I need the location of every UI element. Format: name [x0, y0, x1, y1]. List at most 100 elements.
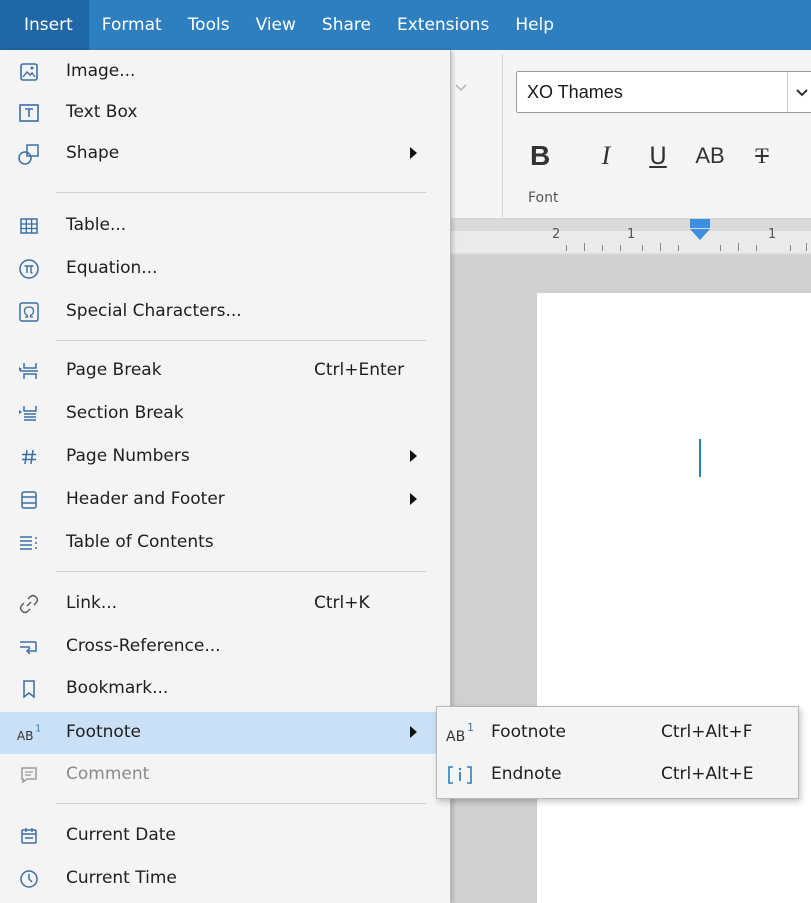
- text-cursor: [699, 439, 701, 477]
- menu-item-current-time[interactable]: Current Time: [10, 860, 447, 898]
- endnote-icon: [445, 761, 475, 789]
- ruler-tick: [620, 245, 621, 251]
- menu-bar: Insert Format Tools View Share Extension…: [0, 0, 811, 50]
- ribbon-separator: [502, 54, 503, 218]
- bookmark-icon: [16, 676, 42, 702]
- font-name-value: XO Thames: [527, 82, 623, 102]
- menu-extensions[interactable]: Extensions: [384, 0, 502, 50]
- strikethrough-label: T: [755, 143, 769, 168]
- menu-item-section-break[interactable]: Section Break: [10, 395, 447, 433]
- menu-item-link[interactable]: Link... Ctrl+K: [10, 585, 447, 623]
- menu-item-label: Shape: [66, 143, 120, 163]
- equation-icon: [16, 256, 42, 282]
- menu-item-shape[interactable]: Shape: [10, 135, 447, 173]
- clock-icon: [16, 866, 42, 892]
- hash-icon: [16, 444, 42, 470]
- menu-item-label: Table of Contents: [66, 532, 214, 552]
- chevron-down-icon[interactable]: [454, 80, 468, 94]
- text-box-icon: [16, 100, 42, 126]
- underline-label: U: [649, 142, 667, 170]
- format-buttons: B I U AB T: [526, 134, 788, 178]
- menu-item-label: Text Box: [66, 102, 138, 122]
- ruler-number: 1: [627, 227, 636, 242]
- menu-item-label: Link...: [66, 593, 118, 613]
- menu-item-header-footer[interactable]: Header and Footer: [10, 481, 447, 519]
- menu-item-label: Page Numbers: [66, 446, 190, 466]
- menu-separator: [56, 803, 426, 804]
- menu-item-table-of-contents[interactable]: Table of Contents: [10, 524, 447, 562]
- submenu-arrow-icon: [410, 147, 417, 159]
- ribbon: XO Thames B I U AB T Font: [450, 50, 811, 219]
- menu-item-special-characters[interactable]: Special Characters...: [10, 293, 447, 331]
- menu-help[interactable]: Help: [502, 0, 567, 50]
- submenu-item-label: Footnote: [491, 722, 566, 742]
- toc-icon: [16, 530, 42, 556]
- footnote-icon: AB 1: [445, 719, 475, 747]
- ruler-tick: [756, 245, 757, 251]
- left-indent-marker[interactable]: [690, 229, 710, 240]
- submenu-arrow-icon: [410, 726, 417, 738]
- ruler-tick: [806, 243, 807, 251]
- bold-button[interactable]: B: [526, 134, 580, 178]
- link-icon: [16, 591, 42, 617]
- menu-item-table[interactable]: Table...: [10, 207, 447, 245]
- menu-item-label: Page Break: [66, 360, 162, 380]
- menu-tools[interactable]: Tools: [175, 0, 243, 50]
- menu-item-cross-reference[interactable]: Cross-Reference...: [10, 628, 447, 666]
- menu-item-label: Footnote: [66, 722, 141, 742]
- italic-label: I: [601, 140, 611, 170]
- submenu-item-endnote[interactable]: Endnote Ctrl+Alt+E: [437, 755, 798, 795]
- submenu-arrow-icon: [410, 493, 417, 505]
- font-group-label: Font: [528, 190, 559, 206]
- svg-text:AB: AB: [17, 729, 34, 743]
- font-name-select[interactable]: XO Thames: [516, 71, 811, 113]
- menu-separator: [56, 192, 426, 193]
- ruler-tick: [602, 245, 603, 251]
- strikethrough-button[interactable]: T: [736, 134, 788, 178]
- menu-item-footnote[interactable]: AB 1 Footnote: [0, 712, 447, 754]
- submenu-item-footnote[interactable]: AB 1 Footnote Ctrl+Alt+F: [437, 713, 798, 753]
- menu-item-label: Special Characters...: [66, 301, 242, 321]
- horizontal-ruler[interactable]: 2 1 1: [450, 219, 811, 255]
- footnote-submenu: AB 1 Footnote Ctrl+Alt+F Endnote Ctrl+Alt…: [436, 706, 799, 799]
- menu-item-bookmark[interactable]: Bookmark...: [10, 670, 447, 708]
- menu-item-page-numbers[interactable]: Page Numbers: [10, 438, 447, 476]
- menu-item-label: Header and Footer: [66, 489, 225, 509]
- menu-item-shortcut: Ctrl+K: [314, 593, 370, 613]
- calendar-icon: [16, 823, 42, 849]
- chevron-down-icon[interactable]: [787, 72, 811, 112]
- menu-item-label: Equation...: [66, 258, 158, 278]
- menu-item-comment[interactable]: Comment: [10, 756, 447, 794]
- page-break-icon: [16, 358, 42, 384]
- document-canvas: [450, 255, 811, 903]
- section-break-icon: [16, 401, 42, 427]
- underline-button[interactable]: U: [632, 134, 684, 178]
- submenu-item-label: Endnote: [491, 764, 562, 784]
- all-caps-button[interactable]: AB: [684, 134, 736, 178]
- menu-view[interactable]: View: [243, 0, 309, 50]
- menu-format[interactable]: Format: [89, 0, 175, 50]
- menu-share[interactable]: Share: [309, 0, 384, 50]
- footnote-icon: AB 1: [16, 720, 42, 746]
- svg-text:1: 1: [35, 723, 41, 734]
- insert-menu: Image... Text Box Shape Table... Equatio…: [0, 50, 451, 903]
- document-page[interactable]: [537, 293, 811, 903]
- menu-item-label: Current Date: [66, 825, 176, 845]
- shape-icon: [16, 141, 42, 167]
- omega-icon: [16, 299, 42, 325]
- submenu-item-shortcut: Ctrl+Alt+E: [661, 764, 754, 784]
- ruler-number: 1: [768, 227, 777, 242]
- menu-item-text-box[interactable]: Text Box: [10, 94, 447, 132]
- menu-item-label: Comment: [66, 764, 150, 784]
- menu-item-image[interactable]: Image...: [10, 53, 447, 91]
- menu-item-shortcut: Ctrl+Enter: [314, 360, 405, 380]
- menu-item-page-break[interactable]: Page Break Ctrl+Enter: [10, 352, 447, 390]
- italic-button[interactable]: I: [580, 134, 632, 178]
- menu-item-label: Current Time: [66, 868, 177, 888]
- menu-separator: [56, 571, 426, 572]
- menu-item-label: Bookmark...: [66, 678, 169, 698]
- menu-item-current-date[interactable]: Current Date: [10, 817, 447, 855]
- menu-item-equation[interactable]: Equation...: [10, 250, 447, 288]
- first-line-indent-marker[interactable]: [690, 219, 710, 228]
- menu-insert[interactable]: Insert: [0, 0, 89, 50]
